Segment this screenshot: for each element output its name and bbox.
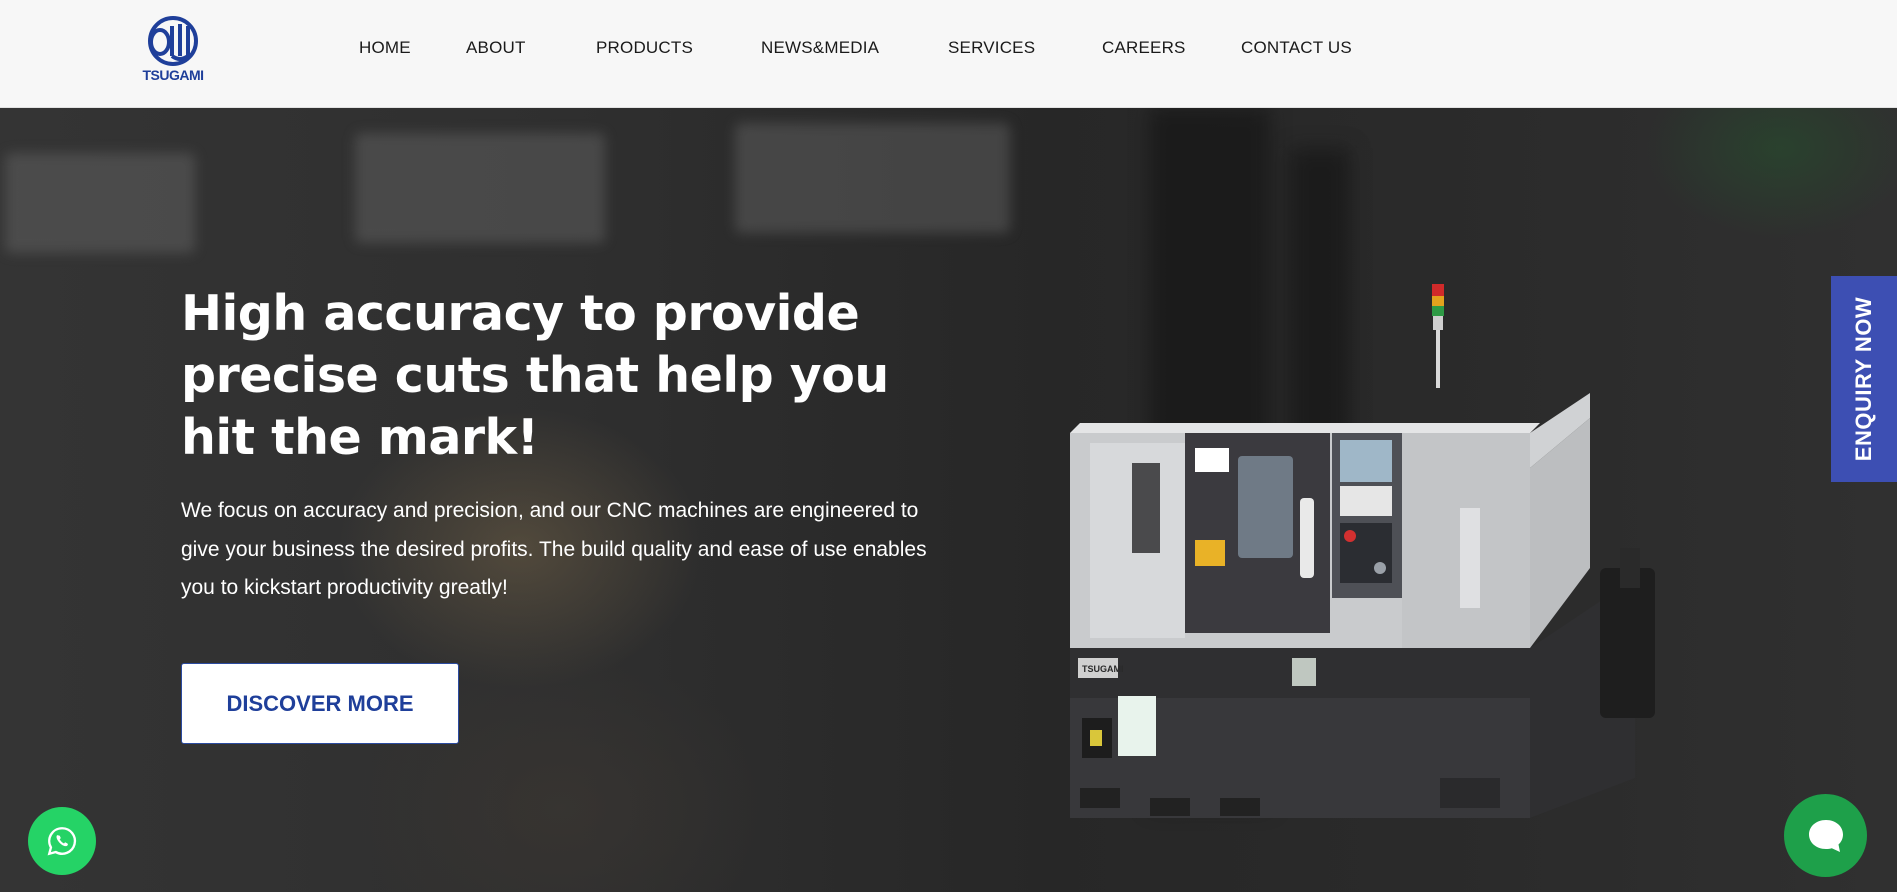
hero-banner: High accuracy to provide precise cuts th… xyxy=(0,108,1897,892)
background-blur-window xyxy=(5,153,195,253)
nav-home[interactable]: HOME xyxy=(359,38,411,58)
logo-wordmark: TSUGAMI xyxy=(142,67,204,83)
hero-headline: High accuracy to provide precise cuts th… xyxy=(181,285,889,466)
site-header: TSUGAMI HOME ABOUT PRODUCTS NEWS&MEDIA S… xyxy=(0,0,1897,108)
discover-more-button[interactable]: DISCOVER MORE xyxy=(181,663,459,744)
whatsapp-button[interactable] xyxy=(28,807,96,875)
tsugami-logo-mark-icon xyxy=(148,16,198,66)
tsugami-logo[interactable]: TSUGAMI xyxy=(136,16,210,84)
nav-careers[interactable]: CAREERS xyxy=(1102,38,1186,58)
nav-services[interactable]: SERVICES xyxy=(948,38,1035,58)
machine-brand-plate: TSUGAMI xyxy=(1082,664,1124,674)
nav-news-media[interactable]: NEWS&MEDIA xyxy=(761,38,879,58)
nav-products[interactable]: PRODUCTS xyxy=(596,38,693,58)
background-blur-window xyxy=(735,123,1010,233)
live-chat-button[interactable] xyxy=(1784,794,1867,877)
enquiry-now-tab[interactable]: ENQUIRY NOW xyxy=(1831,276,1897,482)
cnc-machine-image: TSUGAMI xyxy=(1070,284,1655,818)
nav-contact-us[interactable]: CONTACT US xyxy=(1241,38,1352,58)
enquiry-now-label: ENQUIRY NOW xyxy=(1851,296,1876,462)
hero-description: We focus on accuracy and precision, and … xyxy=(181,499,927,599)
chat-bubble-icon xyxy=(1808,819,1843,852)
whatsapp-icon xyxy=(47,827,77,856)
nav-about[interactable]: ABOUT xyxy=(466,38,526,58)
background-blur-window xyxy=(355,133,605,243)
